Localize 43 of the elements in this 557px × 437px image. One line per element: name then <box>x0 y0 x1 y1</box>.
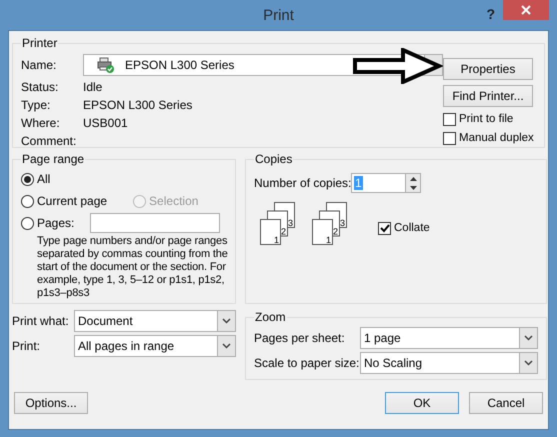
printer-icon <box>97 57 115 73</box>
dropdown[interactable]: 1 page <box>360 327 538 349</box>
find-printer-button[interactable]: Find Printer... <box>443 85 533 107</box>
radio-option[interactable]: All <box>21 172 50 186</box>
help-button[interactable]: ? <box>486 6 495 22</box>
collate-checkbox[interactable]: Collate <box>378 221 430 235</box>
radio-option[interactable]: Current page <box>21 194 108 208</box>
properties-button[interactable]: Properties <box>443 58 533 80</box>
pages-field[interactable] <box>90 213 220 233</box>
close-button[interactable] <box>503 0 549 20</box>
group-label: Printer <box>21 36 58 50</box>
group-label: Page range <box>21 152 86 166</box>
checkbox-option[interactable]: Manual duplex <box>443 131 539 145</box>
collated-pages-drawing: 3 2 1 <box>312 202 348 254</box>
field-label: Number of copies: <box>254 176 351 190</box>
checkmark-icon <box>380 224 390 232</box>
options-button[interactable]: Options... <box>14 392 88 414</box>
field-label: Print: <box>12 339 42 353</box>
group-label: Copies <box>254 152 294 166</box>
field-label: Scale to paper size: <box>254 356 360 370</box>
arrow-icon <box>353 48 443 84</box>
dropdown[interactable]: Document <box>74 310 236 332</box>
collated-pages-drawing: 3 2 1 <box>260 202 296 254</box>
field-label: Name: <box>21 58 58 72</box>
field-label: Type: <box>21 98 52 112</box>
dropdown[interactable]: No Scaling <box>360 352 538 374</box>
field-value: Idle <box>83 80 102 94</box>
checkbox-option[interactable]: Print to file <box>443 112 539 126</box>
field-label: Pages per sheet: <box>254 331 346 345</box>
ok-button[interactable]: OK <box>385 392 459 414</box>
group-label: Zoom <box>254 310 287 324</box>
cancel-button[interactable]: Cancel <box>469 392 543 414</box>
field-value: EPSON L300 Series <box>83 98 192 112</box>
window-title: Print <box>263 6 294 24</box>
field-label: Status: <box>21 80 60 94</box>
hint-text: Type page numbers and/or page ranges separated by commas counting from the start of the document or the section. For example, type 1, 3, 5–12 or p1s1, p1s2, p1s3–p8s3 <box>37 235 229 300</box>
radio-option[interactable]: Pages: <box>21 216 74 230</box>
field-label: Where: <box>21 116 61 130</box>
field-label: Print what: <box>12 314 70 328</box>
dropdown[interactable]: All pages in range <box>74 335 236 357</box>
field-label: Comment: <box>21 134 78 148</box>
close-icon <box>521 5 531 15</box>
field-value: USB001 <box>83 116 128 130</box>
